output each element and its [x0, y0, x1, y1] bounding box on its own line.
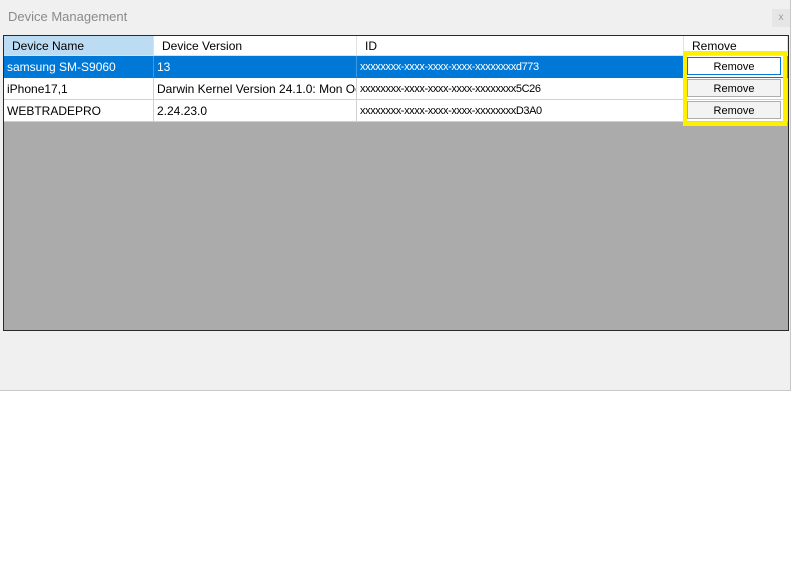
title-bar: Device Management x	[0, 0, 791, 34]
column-header-remove[interactable]: Remove	[684, 36, 788, 56]
device-version-cell[interactable]: 2.24.23.0	[154, 100, 357, 122]
column-header-device-name[interactable]: Device Name	[4, 36, 154, 56]
device-grid: Device Name Device Version ID Remove sam…	[3, 35, 789, 331]
window-title: Device Management	[8, 9, 128, 24]
grid-header-row: Device Name Device Version ID Remove	[4, 36, 788, 58]
column-header-id[interactable]: ID	[357, 36, 684, 56]
remove-cell: Remove	[684, 100, 788, 122]
table-row[interactable]: iPhone17,1 Darwin Kernel Version 24.1.0:…	[4, 78, 788, 100]
table-row[interactable]: WEBTRADEPRO 2.24.23.0 xxxxxxxx-xxxx-xxxx…	[4, 100, 788, 122]
column-header-device-version[interactable]: Device Version	[154, 36, 357, 56]
device-management-window: Device Management x Device Name Device V…	[0, 0, 791, 391]
device-name-cell[interactable]: iPhone17,1	[4, 78, 154, 100]
device-name-cell[interactable]: samsung SM-S9060	[4, 56, 154, 78]
device-version-cell[interactable]: 13	[154, 56, 357, 78]
remove-cell: Remove	[684, 78, 788, 100]
device-id-cell[interactable]: xxxxxxxx-xxxx-xxxx-xxxx-xxxxxxxxd773	[357, 56, 684, 78]
remove-cell: Remove	[684, 56, 788, 78]
device-id-cell[interactable]: xxxxxxxx-xxxx-xxxx-xxxx-xxxxxxxx5C26	[357, 78, 684, 100]
remove-button[interactable]: Remove	[687, 101, 781, 119]
device-version-cell[interactable]: Darwin Kernel Version 24.1.0: Mon Oct ..…	[154, 78, 357, 100]
table-row[interactable]: samsung SM-S9060 13 xxxxxxxx-xxxx-xxxx-x…	[4, 56, 788, 78]
close-icon: x	[778, 12, 784, 23]
remove-button[interactable]: Remove	[687, 57, 781, 75]
close-button[interactable]: x	[772, 9, 790, 27]
device-name-cell[interactable]: WEBTRADEPRO	[4, 100, 154, 122]
device-id-cell[interactable]: xxxxxxxx-xxxx-xxxx-xxxx-xxxxxxxxD3A0	[357, 100, 684, 122]
remove-button[interactable]: Remove	[687, 79, 781, 97]
